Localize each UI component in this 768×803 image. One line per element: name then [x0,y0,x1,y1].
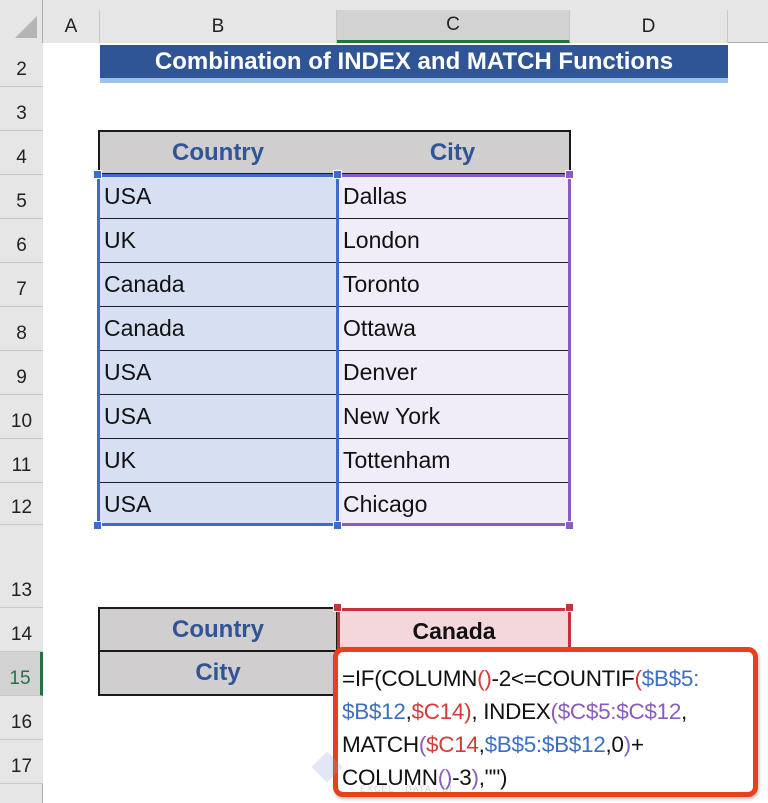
row-header-3[interactable]: 3 [0,87,43,131]
row-header-13[interactable]: 13 [0,525,43,608]
formula-token: $C$5:$C$12 [557,699,682,724]
table-cell-country[interactable]: UK [100,439,336,483]
formula-token: , INDEX [471,699,551,724]
formula-token: () [437,765,453,790]
row-header-16[interactable]: 16 [0,696,43,740]
formula-token: () [477,666,492,691]
formula-line: =IF(COLUMN()-2<=COUNTIF($B$5: [342,662,753,695]
table-header-country[interactable]: Country [98,130,338,175]
formula-token: ) [471,765,480,790]
table-cell-country[interactable]: Canada [100,263,336,307]
result-range-handle-tl[interactable] [333,603,342,612]
formula-token: ,0 [605,732,624,757]
formula-token: COLUMN [342,765,438,790]
table-cell-city[interactable]: Dallas [339,175,568,219]
table-cell-country[interactable]: Canada [100,307,336,351]
column-header-d[interactable]: D [570,10,728,43]
formula-token: , [681,699,687,724]
row-header-7[interactable]: 7 [0,263,43,307]
table-cell-country[interactable]: USA [100,483,336,525]
formula-token: $C14 [411,699,465,724]
row-header-15[interactable]: 15 [0,652,43,696]
formula-token: $B$5: [641,666,700,691]
formula-callout[interactable]: =IF(COLUMN()-2<=COUNTIF($B$5: $B$12,$C14)… [333,647,758,797]
table-cell-city[interactable]: Denver [339,351,568,395]
table-cell-country[interactable]: UK [100,219,336,263]
formula-token: -3 [452,765,472,790]
row-header-11[interactable]: 11 [0,439,43,483]
row-header-5[interactable]: 5 [0,175,43,219]
formula-token: =IF(COLUMN [342,666,478,691]
table-cell-country[interactable]: USA [100,351,336,395]
row-header-2[interactable]: 2 [0,43,43,87]
column-header-a[interactable]: A [43,10,100,43]
lookup-label-city[interactable]: City [98,650,338,696]
row-header-8[interactable]: 8 [0,307,43,351]
lookup-country-value-cell[interactable]: Canada [337,608,571,652]
formula-token: $C14 [426,732,479,757]
row-header-12[interactable]: 12 [0,483,43,525]
formula-line: COLUMN()-3),"") [342,761,753,794]
formula-line: MATCH($C14,$B$5:$B$12,0)+ [342,728,753,761]
formula-token: ,"") [478,765,508,790]
table-cell-country[interactable]: USA [100,395,336,439]
formula-token: $B$5:$B$12 [484,732,606,757]
row-header-14[interactable]: 14 [0,608,43,652]
row-header-10[interactable]: 10 [0,395,43,439]
column-header-c[interactable]: C [337,10,570,43]
sheet-title-banner[interactable]: Combination of INDEX and MATCH Functions [100,45,728,83]
table-cell-city[interactable]: Tottenham [339,439,568,483]
table-cell-city[interactable]: Toronto [339,263,568,307]
row-header-9[interactable]: 9 [0,351,43,395]
table-header-city[interactable]: City [336,130,571,175]
country-range-handle-tl[interactable] [93,170,102,179]
column-header-b[interactable]: B [100,10,337,43]
formula-token: ( [634,666,643,691]
row-header-6[interactable]: 6 [0,219,43,263]
select-all-button[interactable] [0,0,43,43]
city-range-handle-br[interactable] [565,521,574,530]
formula-token: ) [623,732,632,757]
city-range-handle-tr[interactable] [565,170,574,179]
table-cell-city[interactable]: London [339,219,568,263]
formula-token: ( [550,699,558,724]
formula-token: -2<=COUNTIF [491,666,635,691]
country-range-handle-tr[interactable] [333,170,342,179]
table-cell-city[interactable]: Chicago [339,483,568,525]
table-cell-city[interactable]: New York [339,395,568,439]
table-cell-city[interactable]: Ottawa [339,307,568,351]
table-cell-country[interactable]: USA [100,175,336,219]
lookup-label-country[interactable]: Country [98,607,338,652]
country-range-handle-bl[interactable] [93,521,102,530]
row-header-17[interactable]: 17 [0,740,43,784]
formula-token: MATCH [342,732,419,757]
row-header-4[interactable]: 4 [0,131,43,175]
formula-token: ( [418,732,427,757]
select-all-triangle-icon [15,16,37,38]
formula-token: + [630,732,644,757]
formula-line: $B$12,$C14), INDEX($C$5:$C$12, [342,695,753,728]
result-range-handle-tr[interactable] [565,603,574,612]
formula-token: $B$12 [342,699,406,724]
country-range-handle-br[interactable] [333,521,342,530]
